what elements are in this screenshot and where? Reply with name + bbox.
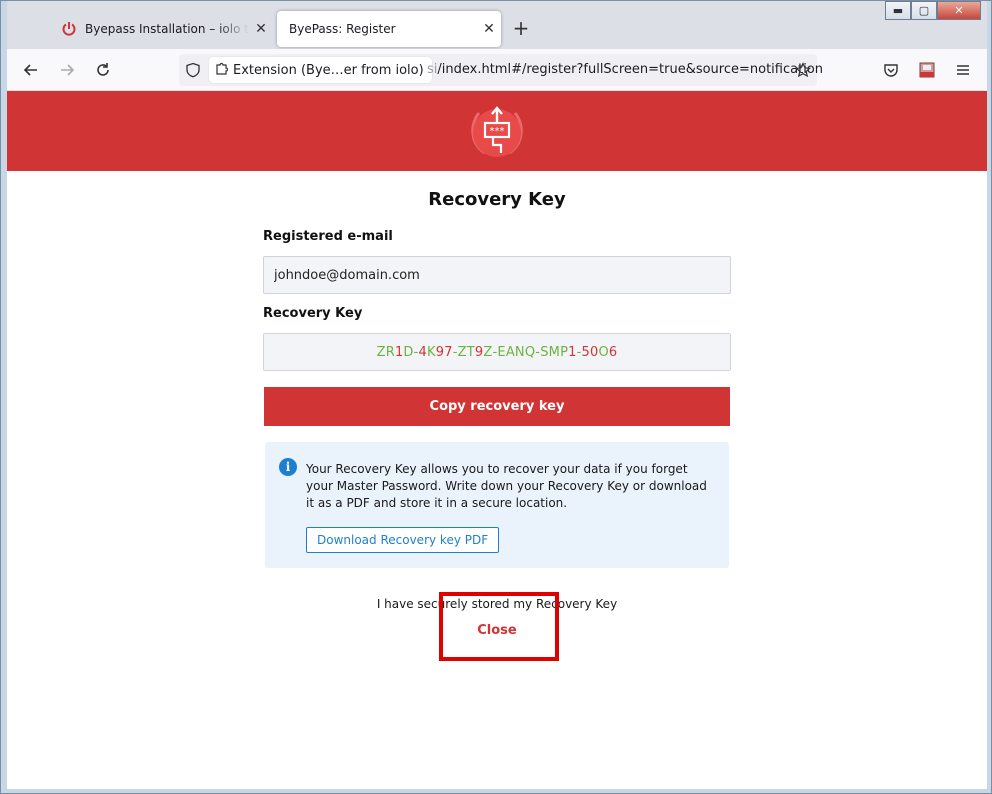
forward-arrow-icon[interactable] bbox=[55, 58, 79, 82]
email-label: Registered e-mail bbox=[263, 229, 393, 244]
power-icon bbox=[61, 21, 77, 37]
info-icon: i bbox=[279, 458, 297, 476]
close-link[interactable]: Close bbox=[7, 623, 987, 638]
url-path: /index.html#/register?fullScreen=true&so… bbox=[437, 62, 823, 77]
tab-title: ByePass: Register bbox=[289, 22, 396, 36]
minimize-button[interactable]: ▬ bbox=[885, 1, 911, 20]
page-title: Recovery Key bbox=[428, 189, 566, 210]
reload-icon[interactable] bbox=[91, 58, 115, 82]
tab-close-icon[interactable]: ✕ bbox=[477, 21, 501, 37]
url-faded-part: si bbox=[427, 62, 438, 77]
page-content: *** Recovery Key Registered e-mail Recov… bbox=[7, 91, 987, 789]
stored-confirmation-text: I have securely stored my Recovery Key bbox=[376, 597, 618, 611]
byepass-logo-icon: *** bbox=[465, 99, 529, 163]
url-text[interactable]: si/index.html#/register?fullScreen=true&… bbox=[427, 62, 823, 77]
recovery-key-label: Recovery Key bbox=[263, 306, 363, 321]
browser-window: Byepass Installation – iolo techn ✕ ByeP… bbox=[0, 0, 992, 794]
shield-icon[interactable] bbox=[181, 58, 205, 82]
tab-close-icon[interactable]: ✕ bbox=[249, 21, 273, 37]
brand-banner: *** bbox=[7, 91, 987, 171]
tab-byepass-register[interactable]: ByePass: Register ✕ bbox=[277, 11, 501, 47]
navigation-bar: Extension (Bye…er from iolo) si/index.ht… bbox=[7, 49, 987, 91]
svg-text:***: *** bbox=[490, 126, 505, 137]
copy-recovery-key-button[interactable]: Copy recovery key bbox=[264, 387, 730, 426]
tab-title: Byepass Installation – iolo techn bbox=[85, 22, 249, 36]
extension-label: Extension (Bye…er from iolo) bbox=[233, 62, 424, 78]
maximize-button[interactable]: ▢ bbox=[911, 1, 937, 20]
email-field[interactable] bbox=[263, 256, 731, 294]
window-caption-buttons: ▬ ▢ ✕ bbox=[885, 1, 981, 21]
bookmark-star-icon[interactable] bbox=[791, 58, 815, 82]
url-bar[interactable]: Extension (Bye…er from iolo) si/index.ht… bbox=[179, 54, 823, 86]
recovery-key-field[interactable]: ZR1D-4K97-ZT9Z-EANQ-SMP1-50O6 bbox=[263, 333, 731, 371]
byepass-extension-icon[interactable] bbox=[915, 58, 939, 82]
pocket-icon[interactable] bbox=[879, 58, 903, 82]
new-tab-button[interactable]: + bbox=[507, 15, 535, 43]
download-recovery-key-pdf-button[interactable]: Download Recovery key PDF bbox=[306, 527, 500, 553]
back-arrow-icon[interactable] bbox=[19, 58, 43, 82]
tab-byepass-installation[interactable]: Byepass Installation – iolo techn ✕ bbox=[51, 11, 273, 47]
puzzle-icon bbox=[215, 61, 229, 79]
menu-icon[interactable] bbox=[951, 58, 975, 82]
extension-identity-pill[interactable]: Extension (Bye…er from iolo) bbox=[209, 57, 432, 83]
tab-strip: Byepass Installation – iolo techn ✕ ByeP… bbox=[7, 1, 987, 49]
info-box: i Your Recovery Key allows you to recove… bbox=[265, 442, 729, 568]
info-text: Your Recovery Key allows you to recover … bbox=[306, 462, 707, 510]
window-close-button[interactable]: ✕ bbox=[937, 1, 981, 20]
